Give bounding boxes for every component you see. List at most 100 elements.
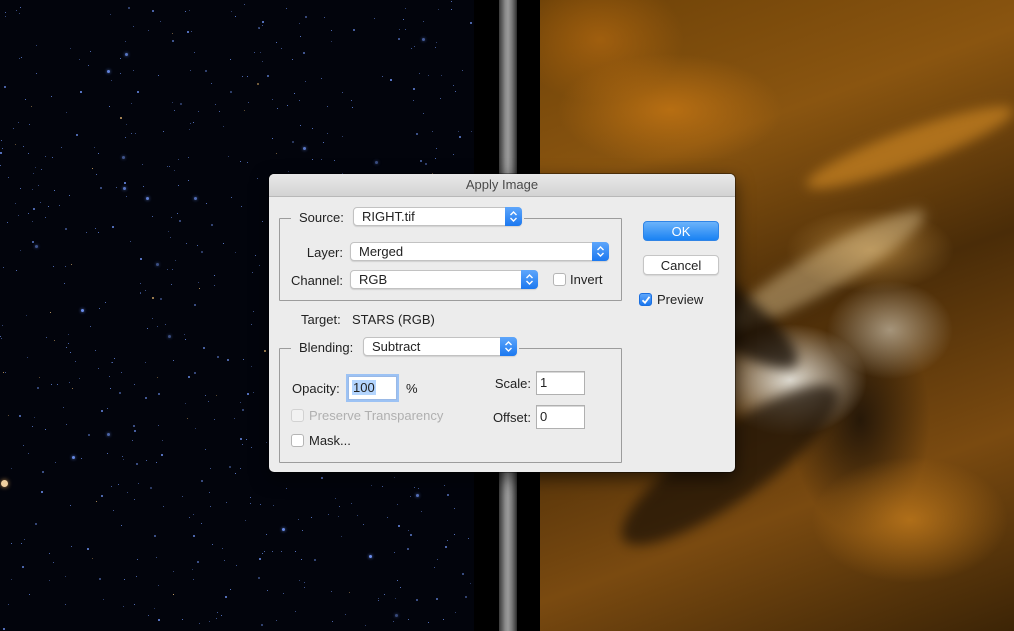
star bbox=[351, 503, 352, 504]
star bbox=[0, 336, 1, 337]
star bbox=[118, 484, 119, 485]
star bbox=[267, 590, 268, 591]
star bbox=[451, 9, 452, 10]
invert-label[interactable]: Invert bbox=[570, 272, 603, 287]
target-label: Target: bbox=[301, 312, 341, 327]
star bbox=[455, 91, 456, 92]
star bbox=[245, 520, 246, 521]
star bbox=[133, 26, 134, 27]
star bbox=[303, 52, 305, 54]
star bbox=[68, 343, 69, 344]
star bbox=[277, 108, 278, 109]
star bbox=[134, 499, 135, 500]
star bbox=[127, 492, 128, 493]
layer-dropdown[interactable]: Merged bbox=[350, 242, 609, 261]
star bbox=[5, 16, 6, 17]
star bbox=[184, 334, 185, 335]
scale-input[interactable]: 1 bbox=[536, 371, 585, 395]
star bbox=[371, 485, 372, 486]
preserve-transparency-checkbox[interactable] bbox=[291, 409, 304, 422]
star bbox=[169, 166, 170, 167]
star bbox=[194, 52, 195, 53]
star bbox=[214, 275, 215, 276]
star bbox=[257, 178, 258, 179]
star bbox=[247, 76, 248, 77]
offset-input[interactable]: 0 bbox=[536, 405, 585, 429]
star bbox=[96, 501, 97, 502]
bright-star bbox=[1, 480, 8, 487]
star bbox=[208, 401, 209, 402]
star bbox=[15, 203, 16, 204]
star bbox=[79, 378, 80, 379]
star bbox=[287, 105, 288, 106]
star bbox=[32, 241, 34, 243]
star bbox=[145, 397, 147, 399]
star bbox=[90, 51, 91, 52]
preview-checkbox[interactable] bbox=[639, 293, 652, 306]
star bbox=[231, 197, 232, 198]
star bbox=[282, 528, 285, 531]
star bbox=[395, 614, 398, 617]
star bbox=[171, 217, 172, 218]
layer-value: Merged bbox=[359, 244, 404, 259]
mask-label[interactable]: Mask... bbox=[309, 433, 351, 448]
star bbox=[300, 36, 301, 37]
star bbox=[121, 525, 122, 526]
star bbox=[120, 117, 122, 119]
star bbox=[193, 122, 194, 123]
star bbox=[167, 166, 168, 167]
star bbox=[137, 91, 139, 93]
star bbox=[188, 157, 189, 158]
preview-label[interactable]: Preview bbox=[657, 292, 703, 307]
source-dropdown[interactable]: RIGHT.tif bbox=[353, 207, 522, 226]
star bbox=[353, 29, 355, 31]
mask-checkbox[interactable] bbox=[291, 434, 304, 447]
star bbox=[221, 615, 222, 616]
star bbox=[4, 86, 6, 88]
star bbox=[334, 160, 335, 161]
star bbox=[470, 583, 471, 584]
star bbox=[462, 70, 463, 71]
star bbox=[228, 156, 229, 157]
star bbox=[413, 88, 415, 90]
star bbox=[69, 382, 70, 383]
offset-label: Offset: bbox=[492, 410, 531, 425]
star bbox=[134, 384, 135, 385]
star bbox=[451, 1, 452, 2]
star bbox=[72, 388, 73, 389]
star bbox=[331, 30, 332, 31]
star bbox=[109, 106, 110, 107]
star bbox=[259, 265, 260, 266]
star bbox=[113, 510, 114, 511]
star bbox=[160, 298, 162, 300]
star bbox=[397, 504, 398, 505]
star bbox=[123, 606, 124, 607]
invert-checkbox[interactable] bbox=[553, 273, 566, 286]
star bbox=[28, 213, 29, 214]
star bbox=[125, 53, 128, 56]
star bbox=[179, 220, 181, 222]
blending-dropdown[interactable]: Subtract bbox=[363, 337, 517, 356]
star bbox=[32, 221, 33, 222]
star bbox=[133, 425, 135, 427]
star bbox=[470, 22, 472, 24]
ok-button[interactable]: OK bbox=[643, 221, 719, 241]
star bbox=[51, 96, 52, 97]
star bbox=[36, 45, 37, 46]
channel-dropdown[interactable]: RGB bbox=[350, 270, 538, 289]
star bbox=[134, 604, 135, 605]
star bbox=[193, 514, 194, 515]
star bbox=[119, 392, 121, 394]
target-value: STARS (RGB) bbox=[352, 312, 435, 327]
opacity-input[interactable]: 100 bbox=[348, 376, 397, 400]
star bbox=[98, 153, 99, 154]
cancel-button[interactable]: Cancel bbox=[643, 255, 719, 275]
star bbox=[201, 251, 203, 253]
star bbox=[55, 462, 56, 463]
star bbox=[197, 245, 198, 246]
star bbox=[374, 18, 375, 19]
star bbox=[28, 153, 29, 154]
star bbox=[394, 552, 395, 553]
star bbox=[158, 619, 160, 621]
star bbox=[69, 195, 70, 196]
